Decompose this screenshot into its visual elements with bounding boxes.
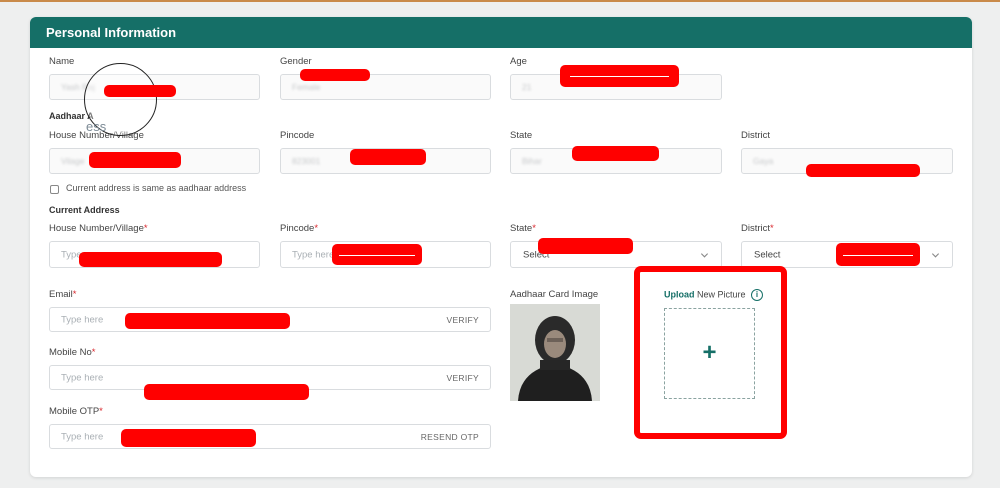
gender-value: Female <box>292 82 321 92</box>
current-pincode-label: Pincode* <box>280 223 319 234</box>
aadhaar-house-value: Vilage <box>61 156 85 166</box>
redaction-mark <box>104 85 176 97</box>
otp-input[interactable]: Type here RESEND OTP <box>49 424 491 449</box>
redaction-mark <box>121 429 256 447</box>
upload-label: Upload New Picture i <box>664 289 764 301</box>
same-address-checkbox[interactable] <box>50 185 59 194</box>
same-address-label[interactable]: Current address is same as aadhaar addre… <box>66 183 246 193</box>
mobile-label: Mobile No* <box>49 347 96 358</box>
redaction-mark <box>560 65 679 87</box>
email-verify-button[interactable]: VERIFY <box>446 315 479 325</box>
aadhaar-pincode-label: Pincode <box>280 130 315 141</box>
redaction-mark <box>144 384 309 400</box>
redaction-mark <box>79 252 222 267</box>
redaction-mark <box>300 69 370 81</box>
mobile-verify-button[interactable]: VERIFY <box>446 373 479 383</box>
redaction-mark <box>350 149 426 165</box>
aadhaar-card-image-label: Aadhaar Card Image <box>510 289 599 300</box>
aadhaar-card-photo <box>510 304 600 401</box>
email-placeholder: Type here <box>61 314 104 325</box>
aadhaar-pincode-value: 823001 <box>292 156 321 166</box>
redaction-mark <box>538 238 633 254</box>
otp-placeholder: Type here <box>61 431 104 442</box>
redaction-mark <box>836 243 920 266</box>
current-state-label: State* <box>510 223 536 234</box>
redaction-mark <box>332 244 422 265</box>
chevron-down-icon <box>931 252 940 258</box>
aadhaar-district-value: Gaya <box>753 156 774 166</box>
upload-picture-dropzone[interactable]: + <box>664 308 755 399</box>
overlay-ghost-text: ess <box>86 119 107 134</box>
mobile-placeholder: Type here <box>61 372 104 383</box>
gender-label: Gender <box>280 56 312 67</box>
person-silhouette-icon <box>510 304 600 401</box>
age-label: Age <box>510 56 527 67</box>
aadhaar-state-label: State <box>510 130 533 141</box>
otp-label: Mobile OTP* <box>49 406 103 417</box>
top-accent-line <box>0 0 1000 2</box>
name-label: Name <box>49 56 75 67</box>
info-icon[interactable]: i <box>751 289 764 301</box>
aadhaar-district-label: District <box>741 130 771 141</box>
current-address-heading: Current Address <box>49 205 120 215</box>
age-value: 21 <box>522 82 532 92</box>
redaction-mark <box>89 152 181 168</box>
current-district-value: Select <box>754 249 781 260</box>
current-house-label: House Number/Village* <box>49 223 148 234</box>
aadhaar-state-value: Bihar <box>522 156 542 166</box>
redaction-mark <box>125 313 290 329</box>
current-pincode-placeholder: Type here <box>292 249 335 260</box>
redaction-mark <box>572 146 659 161</box>
resend-otp-button[interactable]: RESEND OTP <box>421 432 479 442</box>
email-label: Email* <box>49 289 77 300</box>
chevron-down-icon <box>700 252 709 258</box>
card-title: Personal Information <box>30 17 972 48</box>
redaction-mark <box>806 164 920 177</box>
name-value: Yash Raj <box>61 82 95 92</box>
plus-icon: + <box>702 338 717 366</box>
current-district-label: District* <box>741 223 774 234</box>
